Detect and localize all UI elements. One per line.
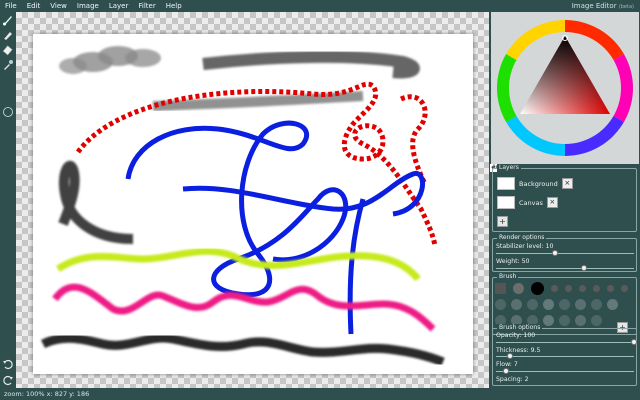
brush-preset[interactable]	[513, 283, 524, 294]
brush-preset[interactable]	[495, 283, 506, 294]
thickness-label: Thickness: 9.5	[496, 347, 541, 354]
brush-tool-icon[interactable]	[1, 13, 15, 27]
layer-thumbnail	[497, 177, 515, 190]
weight-label: Weight: 50	[496, 258, 530, 265]
beta-badge: (beta)	[618, 4, 634, 10]
slider-thumb[interactable]	[631, 339, 637, 345]
delete-layer-icon[interactable]: ×	[546, 197, 558, 208]
color-wheel[interactable]	[491, 12, 639, 164]
layers-panel: Layers Background × Canvas × +	[492, 164, 637, 232]
flow-slider[interactable]	[496, 368, 634, 374]
brush-preset[interactable]	[593, 285, 600, 292]
cursor-circle-icon	[1, 105, 15, 119]
brush-preset[interactable]	[621, 285, 628, 292]
app-title: Image Editor (beta)	[572, 2, 634, 10]
slider-thumb[interactable]	[506, 353, 513, 359]
menu-layer[interactable]: Layer	[104, 2, 134, 10]
slider-thumb[interactable]	[502, 368, 509, 374]
menu-filter[interactable]: Filter	[133, 2, 160, 10]
right-panel: #000000 Layers Background × Canvas × + R…	[489, 12, 640, 388]
status-text: zoom: 100% x: 827 y: 186	[4, 390, 90, 398]
brush-preset[interactable]	[591, 315, 602, 326]
brush-options-panel: Brush options Opacity: 100 Thickness: 9.…	[492, 324, 637, 386]
layer-label: Canvas	[519, 198, 543, 207]
toolbox	[0, 12, 16, 388]
weight-slider[interactable]	[496, 265, 634, 271]
undo-icon[interactable]	[1, 357, 15, 371]
brush-preset[interactable]	[607, 285, 614, 292]
layer-row-background[interactable]: Background ×	[497, 177, 573, 190]
add-layer-button[interactable]: +	[497, 216, 508, 227]
flow-label: Flow: 7	[496, 361, 518, 368]
brush-preset[interactable]	[527, 299, 538, 310]
layers-panel-title: Layers	[497, 164, 521, 172]
brush-preset[interactable]	[607, 299, 618, 310]
render-options-title: Render options	[497, 234, 547, 242]
stroke-dark-wave	[40, 333, 445, 367]
brush-preset[interactable]	[565, 285, 572, 292]
opacity-slider[interactable]	[496, 339, 637, 345]
eraser-tool-icon[interactable]	[1, 43, 15, 57]
pencil-tool-icon[interactable]	[1, 28, 15, 42]
app-title-text: Image Editor	[571, 2, 617, 10]
thickness-slider[interactable]	[496, 353, 634, 359]
color-picker[interactable]	[491, 12, 639, 164]
brush-preset[interactable]	[543, 299, 554, 310]
canvas-area[interactable]	[16, 12, 489, 388]
brush-preset[interactable]	[591, 299, 602, 310]
slider-thumb[interactable]	[581, 265, 588, 271]
layer-row-canvas[interactable]: Canvas ×	[497, 196, 558, 209]
drawing-canvas[interactable]	[33, 34, 473, 374]
brush-preset[interactable]	[559, 315, 570, 326]
menu-file[interactable]: File	[0, 2, 22, 10]
brush-preset[interactable]	[495, 299, 506, 310]
brush-preset[interactable]	[543, 315, 554, 326]
layer-label: Background	[519, 179, 558, 188]
brush-preset[interactable]	[551, 285, 558, 292]
stroke-black-loop	[58, 160, 134, 244]
status-bar: zoom: 100% x: 827 y: 186	[0, 388, 640, 400]
brush-preset[interactable]	[511, 299, 522, 310]
brush-preset[interactable]	[575, 299, 586, 310]
stroke-lime-wave	[56, 247, 421, 282]
menu-image[interactable]: Image	[72, 2, 104, 10]
render-options-panel: Render options Stabilizer level: 10 Weig…	[492, 234, 637, 272]
layer-thumbnail	[497, 196, 515, 209]
stabilizer-label: Stabilizer level: 10	[496, 243, 554, 250]
stroke-cloud	[59, 46, 161, 74]
brush-options-title: Brush options	[497, 324, 543, 332]
brush-preset[interactable]	[531, 282, 544, 295]
spacing-label: Spacing: 2	[496, 376, 529, 383]
brush-preset[interactable]	[579, 285, 586, 292]
redo-icon[interactable]	[1, 373, 15, 387]
delete-layer-icon[interactable]: ×	[561, 178, 573, 189]
menu-view[interactable]: View	[45, 2, 72, 10]
eyedropper-tool-icon[interactable]	[1, 58, 15, 72]
menu-edit[interactable]: Edit	[22, 2, 46, 10]
menu-help[interactable]: Help	[161, 2, 187, 10]
opacity-label: Opacity: 100	[496, 332, 536, 339]
slider-thumb[interactable]	[552, 250, 559, 256]
stabilizer-slider[interactable]	[496, 250, 634, 256]
canvas-strokes	[40, 46, 445, 367]
brush-preset[interactable]	[559, 299, 570, 310]
brush-panel-title: Brush	[497, 273, 519, 281]
brush-preset[interactable]	[575, 315, 586, 326]
menu-bar: File Edit View Image Layer Filter Help	[0, 0, 640, 12]
